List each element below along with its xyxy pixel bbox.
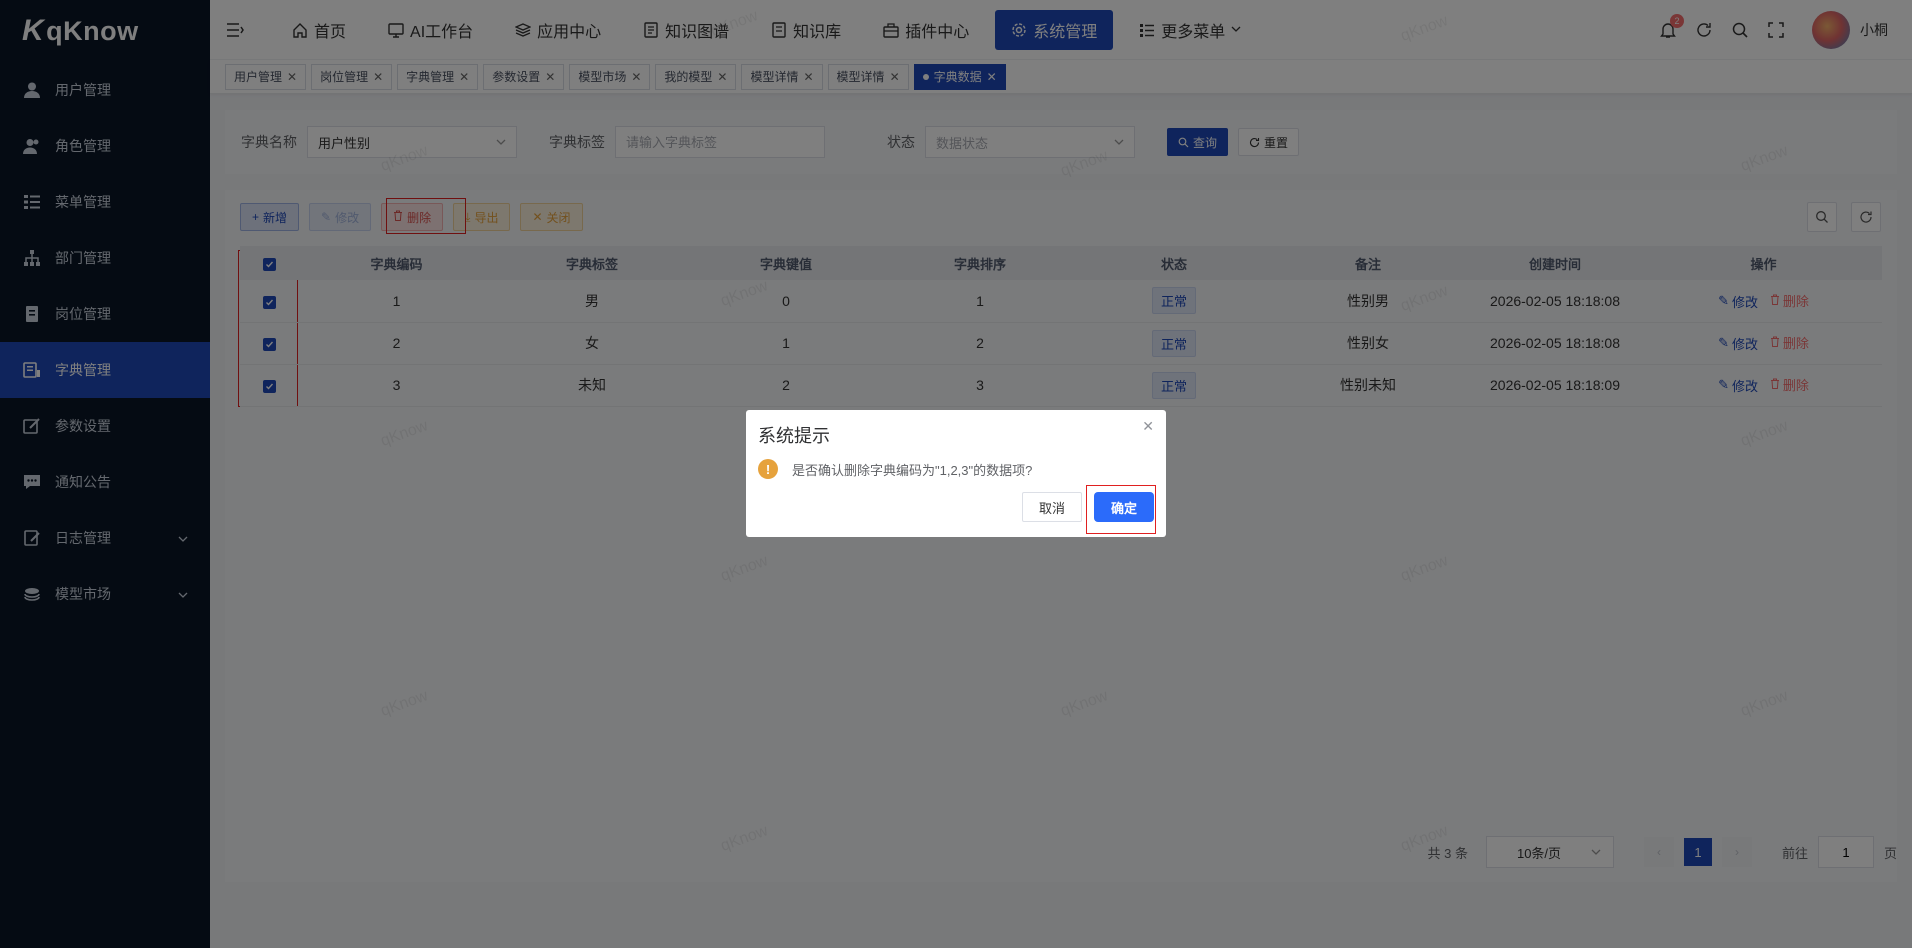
dialog-message: 是否确认删除字典编码为"1,2,3"的数据项? bbox=[792, 462, 1033, 478]
warning-icon: ! bbox=[758, 459, 778, 479]
close-icon[interactable]: ✕ bbox=[1142, 418, 1154, 435]
highlight-confirm-button bbox=[1086, 485, 1156, 534]
cancel-button[interactable]: 取消 bbox=[1022, 492, 1082, 522]
dialog-title: 系统提示 bbox=[758, 426, 830, 446]
dialog-message-row: ! 是否确认删除字典编码为"1,2,3"的数据项? bbox=[758, 459, 1032, 479]
